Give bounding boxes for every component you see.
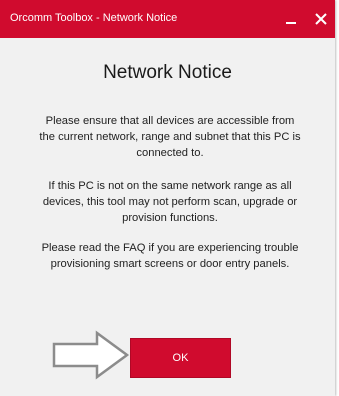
network-notice-window: Orcomm Toolbox - Network Notice Network …	[0, 0, 335, 396]
dialog-heading: Network Notice	[103, 62, 232, 83]
window-title: Orcomm Toolbox - Network Notice	[10, 12, 178, 24]
notice-paragraph-range: If this PC is not on the same network ra…	[42, 180, 298, 224]
close-icon	[315, 13, 327, 25]
notice-paragraph-faq: Please read the FAQ if you are experienc…	[41, 242, 299, 270]
minimize-button[interactable]	[280, 8, 302, 30]
notice-paragraph-network: Please ensure that all devices are acces…	[39, 115, 301, 159]
arrow-right-icon	[52, 330, 130, 380]
ok-button[interactable]: OK	[130, 338, 231, 378]
title-bar[interactable]: Orcomm Toolbox - Network Notice	[0, 0, 335, 38]
close-button[interactable]	[310, 8, 332, 30]
minimize-icon	[286, 22, 296, 24]
